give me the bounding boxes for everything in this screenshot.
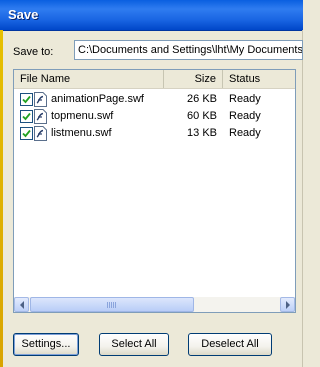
arrow-right-icon (286, 301, 290, 309)
file-size: 13 KB (187, 127, 217, 139)
scroll-left-button[interactable] (14, 297, 29, 312)
scroll-thumb[interactable] (30, 297, 194, 312)
file-status: Ready (229, 93, 261, 105)
list-item[interactable]: animationPage.swf 26 KB Ready (14, 91, 295, 108)
file-status: Ready (229, 110, 261, 122)
scroll-right-button[interactable] (280, 297, 295, 312)
file-name: topmenu.swf (51, 110, 114, 122)
column-header-size[interactable]: Size (164, 70, 223, 88)
column-header-file-name[interactable]: File Name (14, 70, 164, 88)
flash-file-icon (34, 109, 47, 124)
save-to-label: Save to: (13, 46, 54, 58)
flash-file-icon (34, 92, 47, 107)
deselect-all-button[interactable]: Deselect All (188, 333, 272, 356)
checkbox-checked-icon[interactable] (20, 110, 33, 123)
column-header-status[interactable]: Status (223, 70, 295, 88)
scroll-grip-icon (107, 302, 117, 308)
save-path-field[interactable]: C:\Documents and Settings\lht\My Documen… (74, 40, 303, 60)
title-bar[interactable]: Save (0, 0, 303, 31)
list-item[interactable]: listmenu.swf 13 KB Ready (14, 125, 295, 142)
checkbox-checked-icon[interactable] (20, 93, 33, 106)
window-title: Save (8, 7, 39, 22)
arrow-left-icon (20, 301, 24, 309)
list-header: File Name Size Status (14, 70, 295, 89)
file-name: listmenu.swf (51, 127, 112, 139)
select-all-button[interactable]: Select All (99, 333, 169, 356)
settings-button[interactable]: Settings... (13, 333, 79, 356)
window-right-edge (302, 30, 303, 367)
file-name: animationPage.swf (51, 93, 144, 105)
file-list[interactable]: File Name Size Status animationPage.swf … (13, 69, 296, 313)
window-left-edge (0, 30, 3, 367)
flash-file-icon (34, 126, 47, 141)
file-size: 60 KB (187, 110, 217, 122)
file-status: Ready (229, 127, 261, 139)
file-size: 26 KB (187, 93, 217, 105)
checkbox-checked-icon[interactable] (20, 127, 33, 140)
list-item[interactable]: topmenu.swf 60 KB Ready (14, 108, 295, 125)
horizontal-scrollbar[interactable] (14, 297, 295, 312)
